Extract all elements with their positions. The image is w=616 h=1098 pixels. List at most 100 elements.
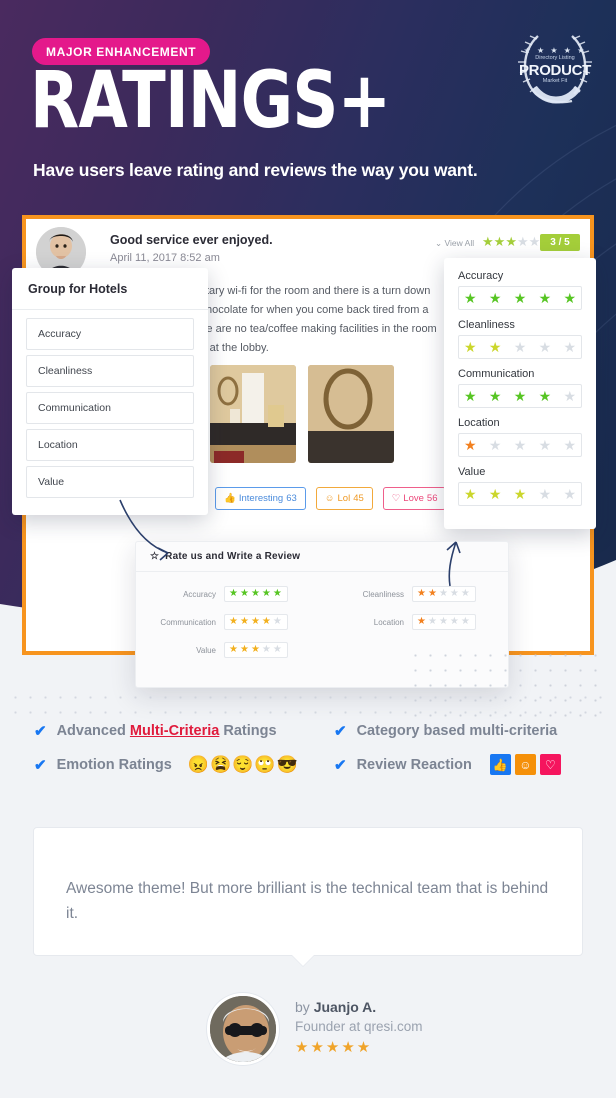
check-icon: ✔ — [334, 756, 347, 774]
star-icon[interactable]: ★ — [514, 291, 527, 305]
star-icon[interactable]: ★ — [563, 487, 576, 501]
reaction-interesting[interactable]: 👍 Interesting 63 — [215, 487, 306, 510]
review-score-badge: 3 / 5 — [540, 234, 580, 251]
breakdown-criterion-stars[interactable]: ★ ★ ★ ★ ★ — [458, 286, 582, 310]
star-icon[interactable]: ★ — [489, 389, 502, 403]
star-icon[interactable]: ★ — [428, 589, 437, 599]
star-icon[interactable]: ★ — [482, 234, 494, 249]
star-icon[interactable]: ★ — [517, 234, 529, 249]
emotion-emoji-icon[interactable]: 😫 — [210, 756, 231, 773]
star-icon[interactable]: ★ — [539, 487, 552, 501]
feature-label: Emotion Ratings — [56, 756, 172, 773]
smile-icon: ☺ — [324, 493, 335, 504]
star-icon[interactable]: ★ — [563, 340, 576, 354]
star-icon[interactable]: ★ — [514, 340, 527, 354]
star-icon[interactable]: ★ — [563, 389, 576, 403]
group-criteria-item[interactable]: Value — [26, 466, 194, 498]
star-icon[interactable]: ★ — [262, 645, 271, 655]
star-icon[interactable]: ★ — [229, 589, 238, 599]
star-icon[interactable]: ★ — [262, 617, 271, 627]
smile-icon[interactable]: ☺ — [514, 754, 536, 775]
rate-criterion-stars[interactable]: ★ ★ ★ ★ ★ — [224, 586, 288, 602]
star-icon[interactable]: ★ — [529, 234, 541, 249]
star-icon[interactable]: ★ — [417, 617, 426, 627]
star-icon[interactable]: ★ — [494, 234, 506, 249]
star-icon[interactable]: ★ — [563, 438, 576, 452]
star-icon[interactable]: ★ — [489, 438, 502, 452]
review-photo[interactable] — [308, 365, 394, 463]
breakdown-criterion-stars[interactable]: ★ ★ ★ ★ ★ — [458, 433, 582, 457]
emotion-emoji-icon[interactable]: 😎 — [276, 756, 297, 773]
reaction-label: Lol — [337, 493, 351, 504]
star-icon[interactable]: ★ — [251, 617, 260, 627]
star-icon[interactable]: ★ — [229, 645, 238, 655]
star-icon[interactable]: ★ — [251, 589, 260, 599]
thumbs-up-icon[interactable]: 👍 — [489, 754, 511, 775]
star-icon[interactable]: ★ — [464, 340, 477, 354]
rate-column-right: Cleanliness ★ ★ ★ ★ ★ Location ★ ★ ★ ★ ★ — [342, 586, 476, 642]
star-icon[interactable]: ★ — [240, 589, 249, 599]
feature-label: Advanced Multi-Criteria Ratings — [56, 723, 277, 739]
star-icon[interactable]: ★ — [273, 645, 282, 655]
star-icon[interactable]: ★ — [505, 234, 517, 249]
group-criteria-item[interactable]: Accuracy — [26, 318, 194, 350]
star-icon[interactable]: ★ — [262, 589, 271, 599]
star-icon[interactable]: ★ — [514, 487, 527, 501]
star-icon[interactable]: ★ — [489, 487, 502, 501]
breakdown-criterion-stars[interactable]: ★ ★ ★ ★ ★ — [458, 482, 582, 506]
star-icon[interactable]: ★ — [489, 340, 502, 354]
star-icon[interactable]: ★ — [450, 617, 459, 627]
star-icon[interactable]: ★ — [464, 487, 477, 501]
group-criteria-item[interactable]: Communication — [26, 392, 194, 424]
emotion-emoji-icon[interactable]: 😠 — [188, 756, 209, 773]
hero-subtitle: Have users leave rating and reviews the … — [33, 160, 478, 180]
star-icon[interactable]: ★ — [563, 291, 576, 305]
avatar — [207, 993, 279, 1065]
star-icon[interactable]: ★ — [539, 340, 552, 354]
star-icon[interactable]: ★ — [273, 589, 282, 599]
star-icon[interactable]: ★ — [229, 617, 238, 627]
reaction-love[interactable]: ♡ Love 56 — [382, 487, 447, 510]
rate-column-left: Accuracy ★ ★ ★ ★ ★ Communication ★ ★ ★ ★ ★ Value ★ ★ ★ ★… — [154, 586, 288, 670]
star-icon[interactable]: ★ — [464, 291, 477, 305]
star-icon[interactable]: ★ — [417, 589, 426, 599]
star-icon[interactable]: ★ — [539, 389, 552, 403]
emotion-emoji-icon[interactable]: 😌 — [232, 756, 253, 773]
rate-criterion-stars[interactable]: ★ ★ ★ ★ ★ — [412, 586, 476, 602]
star-icon[interactable]: ★ — [428, 617, 437, 627]
rating-breakdown-panel: Accuracy ★ ★ ★ ★ ★ Cleanliness ★ ★ ★ ★ ★ Communicati… — [444, 258, 596, 529]
breakdown-criterion-stars[interactable]: ★ ★ ★ ★ ★ — [458, 335, 582, 359]
author-role: Founder at qresi.com — [295, 1019, 423, 1034]
star-icon[interactable]: ★ — [439, 617, 448, 627]
reaction-lol[interactable]: ☺ Lol 45 — [315, 487, 373, 510]
award-stars: ★ ★ ★ ★ ★ — [523, 46, 587, 55]
star-icon[interactable]: ★ — [514, 389, 527, 403]
review-photo[interactable] — [210, 365, 296, 463]
star-icon[interactable]: ★ — [439, 589, 448, 599]
view-all-link[interactable]: ⌄ View All — [435, 238, 474, 249]
star-icon[interactable]: ★ — [240, 645, 249, 655]
star-icon[interactable]: ★ — [539, 291, 552, 305]
rate-criterion-stars[interactable]: ★ ★ ★ ★ ★ — [224, 614, 288, 630]
rate-criterion-stars[interactable]: ★ ★ ★ ★ ★ — [412, 614, 476, 630]
star-icon[interactable]: ★ — [514, 438, 527, 452]
group-criteria-item[interactable]: Location — [26, 429, 194, 461]
star-icon[interactable]: ★ — [450, 589, 459, 599]
star-icon[interactable]: ★ — [539, 438, 552, 452]
star-icon[interactable]: ★ — [273, 617, 282, 627]
group-criteria-item[interactable]: Cleanliness — [26, 355, 194, 387]
emotion-emoji-icon[interactable]: 🙄 — [254, 756, 275, 773]
feature-list: ✔ Advanced Multi-Criteria Ratings ✔ Cate… — [34, 722, 594, 789]
star-icon[interactable]: ★ — [251, 645, 260, 655]
star-icon[interactable]: ★ — [240, 617, 249, 627]
star-icon[interactable]: ★ — [461, 589, 470, 599]
breakdown-criterion-stars[interactable]: ★ ★ ★ ★ ★ — [458, 384, 582, 408]
star-icon[interactable]: ★ — [464, 389, 477, 403]
star-icon[interactable]: ★ — [464, 438, 477, 452]
reaction-label: Love — [403, 493, 424, 504]
rate-criterion-label: Location — [373, 617, 404, 627]
star-icon[interactable]: ★ — [461, 617, 470, 627]
heart-icon[interactable]: ♡ — [539, 754, 561, 775]
star-icon[interactable]: ★ — [489, 291, 502, 305]
rate-criterion-stars[interactable]: ★ ★ ★ ★ ★ — [224, 642, 288, 658]
